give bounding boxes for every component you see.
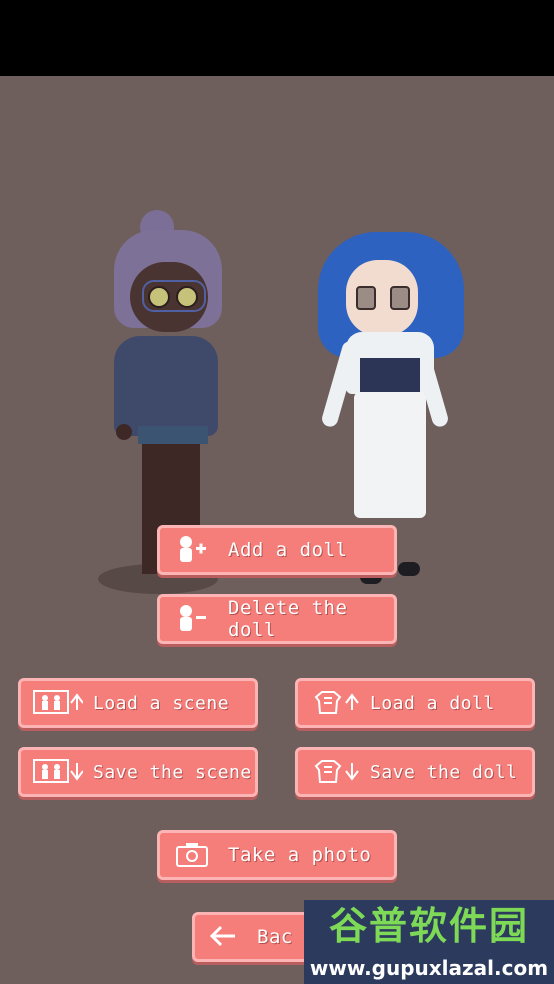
doll-eye [390,286,410,310]
doll-eye [356,286,376,310]
doll-download-icon [310,758,360,787]
load-doll-label: Load a doll [370,692,495,714]
doll-sweater [114,336,218,436]
doll-shorts [138,426,208,444]
doll-upload-icon [310,689,360,718]
camera-icon [174,841,210,870]
add-doll-button[interactable]: Add a doll [157,525,397,575]
doll-pants [354,392,426,518]
take-photo-button[interactable]: Take a photo [157,830,397,880]
add-person-icon [174,535,210,566]
status-bar [0,0,554,76]
add-doll-label: Add a doll [228,539,348,561]
save-scene-button[interactable]: Save the scene [18,747,258,797]
save-scene-label: Save the scene [93,761,252,783]
load-scene-button[interactable]: Load a scene [18,678,258,728]
back-label: Bac [257,926,293,948]
doll-glasses [142,280,206,312]
delete-doll-label: Delete the doll [228,597,348,641]
load-doll-button[interactable]: Load a doll [295,678,535,728]
take-photo-label: Take a photo [228,844,372,866]
doll-shoe [398,562,420,576]
watermark-url: www.gupuxlazal.com [304,952,554,984]
remove-person-icon [174,604,210,635]
doll-top [360,358,420,394]
scene-upload-icon [33,689,84,718]
save-doll-button[interactable]: Save the doll [295,747,535,797]
load-scene-label: Load a scene [93,692,230,714]
delete-doll-button[interactable]: Delete the doll [157,594,397,644]
save-doll-label: Save the doll [370,761,518,783]
back-arrow-icon [209,924,239,951]
watermark-chinese-text: 谷普软件园 [304,900,554,952]
scene-download-icon [33,758,84,787]
watermark-logo: 谷普软件园 www.gupuxlazal.com [304,900,554,984]
doll-hand [116,424,132,440]
